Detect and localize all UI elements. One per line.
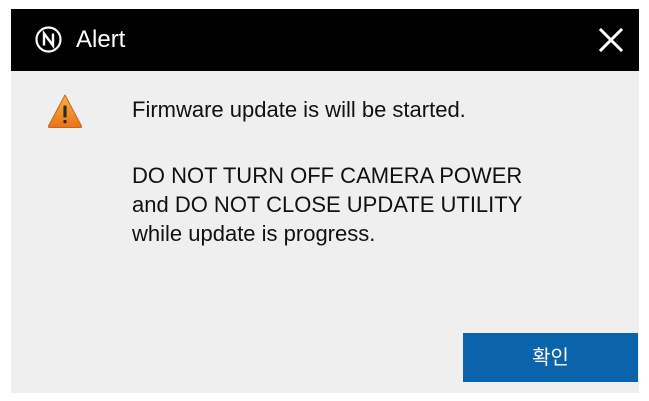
- message-line: and DO NOT CLOSE UPDATE UTILITY: [132, 192, 523, 217]
- close-button[interactable]: [583, 9, 639, 71]
- message-line: while update is progress.: [132, 221, 376, 246]
- warning-icon: [47, 93, 83, 129]
- message-line: DO NOT TURN OFF CAMERA POWER: [132, 163, 523, 188]
- alert-dialog: Alert Firmware update is will be started…: [11, 9, 639, 393]
- confirm-button[interactable]: 확인: [463, 333, 638, 382]
- message-line: Firmware update is will be started.: [132, 97, 466, 122]
- close-icon: [599, 28, 623, 52]
- n-circle-logo-icon: [35, 26, 62, 53]
- window-title: Alert: [76, 26, 126, 53]
- title-bar[interactable]: Alert: [11, 9, 639, 71]
- alert-message: Firmware update is will be started. DO N…: [132, 95, 622, 248]
